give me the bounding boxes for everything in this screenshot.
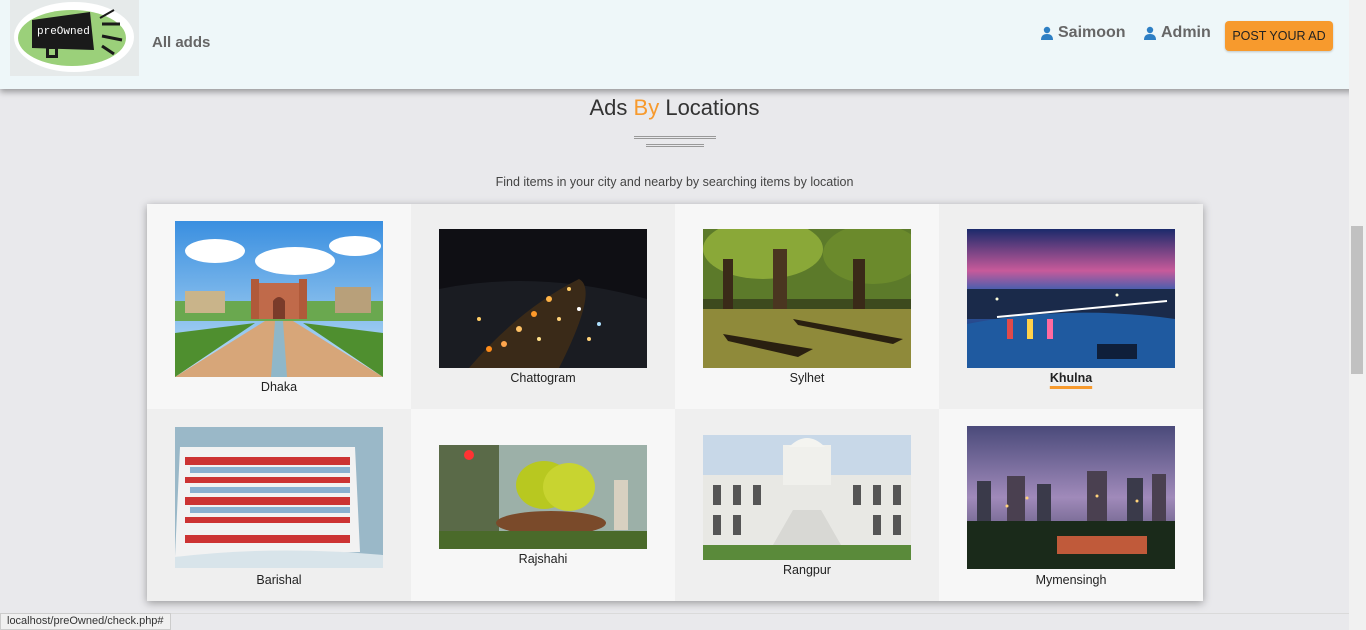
user-icon bbox=[1144, 26, 1156, 40]
location-name[interactable]: Rangpur bbox=[675, 563, 939, 577]
megaphone-logo-icon: preOwned bbox=[14, 2, 134, 72]
user-name-label: Saimoon bbox=[1058, 24, 1126, 41]
section-subtitle: Find items in your city and nearby by se… bbox=[495, 175, 854, 189]
location-name[interactable]: Chattogram bbox=[411, 371, 675, 385]
location-name[interactable]: Rajshahi bbox=[411, 552, 675, 566]
location-card-khulna[interactable]: Khulna bbox=[939, 204, 1203, 409]
location-card-mymensingh[interactable]: Mymensingh bbox=[939, 409, 1203, 601]
location-name[interactable]: Mymensingh bbox=[939, 573, 1203, 587]
logo-text: preOwned bbox=[37, 26, 90, 38]
title-word-locations: Locations bbox=[665, 95, 760, 120]
all-adds-link[interactable]: All adds bbox=[152, 34, 210, 51]
admin-label: Admin bbox=[1161, 24, 1211, 41]
location-name[interactable]: Dhaka bbox=[147, 380, 411, 394]
location-image-rangpur[interactable] bbox=[703, 435, 911, 560]
location-name[interactable]: Sylhet bbox=[675, 371, 939, 385]
post-your-ad-button[interactable]: POST YOUR AD bbox=[1225, 21, 1333, 51]
footer-divider bbox=[0, 613, 1349, 614]
location-card-barishal[interactable]: Barishal bbox=[147, 409, 411, 601]
location-card-chattogram[interactable]: Chattogram bbox=[411, 204, 675, 409]
location-image-dhaka[interactable] bbox=[175, 221, 383, 377]
location-name-active[interactable]: Khulna bbox=[939, 371, 1203, 385]
title-word-by: By bbox=[633, 95, 660, 120]
title-divider bbox=[634, 136, 716, 148]
location-name[interactable]: Barishal bbox=[147, 573, 411, 587]
location-image-barishal[interactable] bbox=[175, 427, 383, 568]
user-icon bbox=[1041, 26, 1053, 40]
location-card-dhaka[interactable]: Dhaka bbox=[147, 204, 411, 409]
location-card-sylhet[interactable]: Sylhet bbox=[675, 204, 939, 409]
location-image-khulna[interactable] bbox=[967, 229, 1175, 368]
locations-grid: Dhaka Chattogram Sylhet Khulna Barishal … bbox=[147, 204, 1203, 601]
site-header: preOwned All adds Saimoon Admin POST YOU… bbox=[0, 0, 1366, 89]
user-profile-link[interactable]: Saimoon bbox=[1041, 24, 1126, 42]
section-title: Ads By Locations bbox=[0, 95, 1349, 121]
link-status-bar: localhost/preOwned/check.php# bbox=[0, 613, 171, 630]
location-image-rajshahi[interactable] bbox=[439, 445, 647, 549]
location-card-rangpur[interactable]: Rangpur bbox=[675, 409, 939, 601]
site-logo[interactable]: preOwned bbox=[10, 0, 139, 76]
location-image-chattogram[interactable] bbox=[439, 229, 647, 368]
location-card-rajshahi[interactable]: Rajshahi bbox=[411, 409, 675, 601]
location-image-mymensingh[interactable] bbox=[967, 426, 1175, 569]
admin-link[interactable]: Admin bbox=[1144, 24, 1211, 42]
scrollbar-thumb[interactable] bbox=[1351, 226, 1363, 374]
location-image-sylhet[interactable] bbox=[703, 229, 911, 368]
title-word-ads: Ads bbox=[589, 95, 628, 120]
